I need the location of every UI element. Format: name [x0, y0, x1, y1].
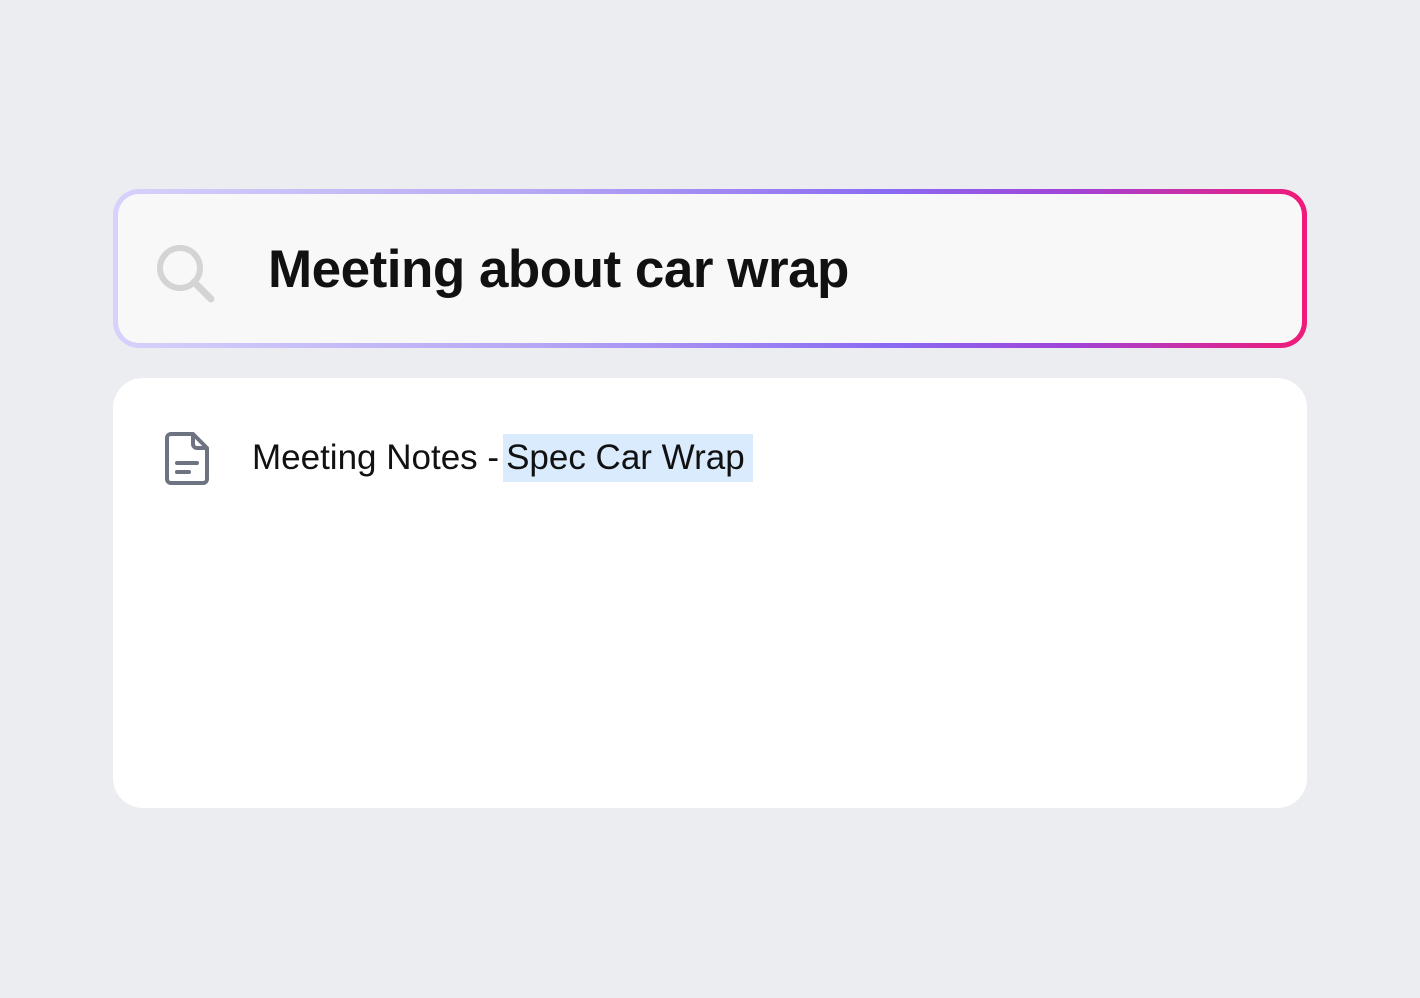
results-panel: Meeting Notes - Spec Car Wrap	[113, 378, 1307, 808]
search-icon	[153, 241, 219, 307]
search-bar-inner	[118, 194, 1302, 343]
result-item[interactable]: Meeting Notes - Spec Car Wrap	[153, 430, 753, 486]
result-title-highlight: Spec Car Wrap	[503, 434, 753, 482]
document-icon	[153, 430, 225, 486]
result-title-prefix: Meeting Notes -	[252, 438, 500, 477]
search-input[interactable]	[268, 234, 1248, 304]
result-title: Meeting Notes - Spec Car Wrap	[252, 434, 753, 482]
search-bar[interactable]	[113, 189, 1307, 348]
